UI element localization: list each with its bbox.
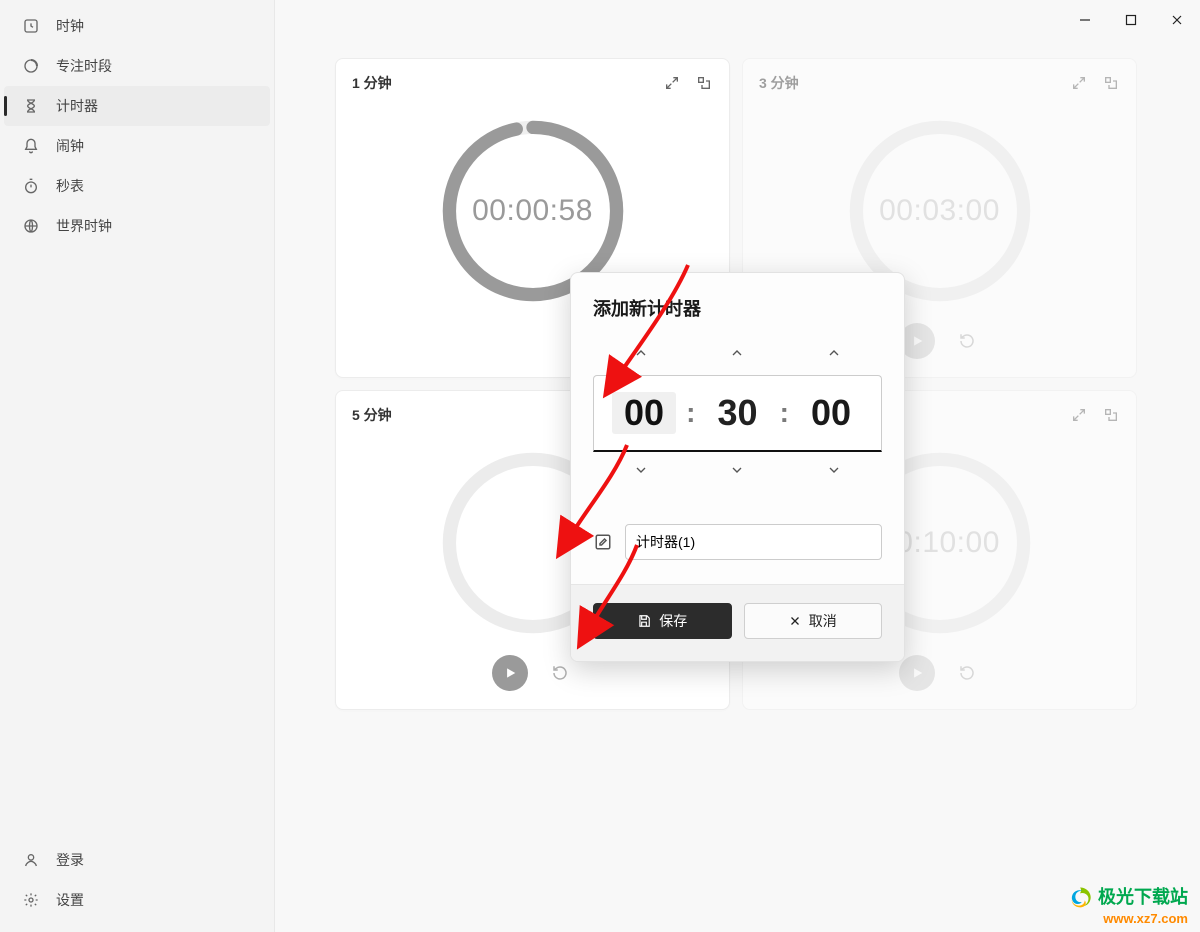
pin-icon[interactable] (1102, 406, 1120, 424)
expand-icon[interactable] (1070, 74, 1088, 92)
sidebar-item-settings[interactable]: 设置 (4, 880, 270, 920)
stopwatch-icon (22, 177, 40, 195)
sidebar-item-timer[interactable]: 计时器 (4, 86, 270, 126)
sidebar-item-focus[interactable]: 专注时段 (4, 46, 270, 86)
add-timer-dialog: 添加新计时器 00 : 30 : 00 (570, 272, 905, 662)
sidebar-item-label: 专注时段 (56, 56, 112, 76)
watermark: 极光下载站 www.xz7.com (1066, 884, 1188, 926)
hours-up-button[interactable] (601, 335, 681, 371)
sidebar-item-label: 设置 (56, 890, 84, 910)
save-button[interactable]: 保存 (593, 603, 732, 639)
clock-icon (22, 17, 40, 35)
sidebar-item-label: 世界时钟 (56, 216, 112, 236)
titlebar (275, 0, 1200, 40)
sidebar-item-stopwatch[interactable]: 秒表 (4, 166, 270, 206)
focus-session-icon (22, 57, 40, 75)
window-maximize-button[interactable] (1108, 0, 1154, 40)
minutes-value[interactable]: 30 (705, 392, 769, 434)
play-button[interactable] (492, 655, 528, 691)
hours-down-button[interactable] (601, 452, 681, 488)
sidebar-item-label: 计时器 (56, 96, 98, 116)
play-button[interactable] (899, 655, 935, 691)
minutes-down-button[interactable] (697, 452, 777, 488)
reset-button[interactable] (953, 659, 981, 687)
expand-icon[interactable] (1070, 406, 1088, 424)
user-icon (22, 851, 40, 869)
watermark-logo-icon (1066, 884, 1094, 912)
save-button-label: 保存 (659, 611, 687, 631)
timer-title: 3 分钟 (759, 73, 799, 93)
sidebar-bottom: 登录 设置 (0, 840, 274, 932)
time-input-row: 00 : 30 : 00 (593, 375, 882, 452)
main-area: 1 分钟 00:00:58 (275, 0, 1200, 932)
sidebar-item-label: 闹钟 (56, 136, 84, 156)
cancel-button-label: 取消 (809, 611, 837, 631)
globe-icon (22, 217, 40, 235)
edit-icon (593, 532, 613, 552)
sidebar-spacer (0, 246, 274, 840)
seconds-up-button[interactable] (794, 335, 874, 371)
hours-value[interactable]: 00 (612, 392, 676, 434)
pin-icon[interactable] (1102, 74, 1120, 92)
seconds-value[interactable]: 00 (799, 392, 863, 434)
seconds-down-button[interactable] (794, 452, 874, 488)
sidebar-item-label: 登录 (56, 850, 84, 870)
sidebar-item-login[interactable]: 登录 (4, 840, 270, 880)
pin-icon[interactable] (695, 74, 713, 92)
sidebar: 时钟 专注时段 计时器 闹钟 秒表 (0, 0, 275, 932)
time-separator: : (686, 397, 695, 429)
timer-name-input[interactable] (625, 524, 882, 560)
sidebar-item-alarm[interactable]: 闹钟 (4, 126, 270, 166)
cancel-button[interactable]: 取消 (744, 603, 883, 639)
watermark-url: www.xz7.com (1066, 912, 1188, 926)
bell-icon (22, 137, 40, 155)
sidebar-item-world-clock[interactable]: 世界时钟 (4, 206, 270, 246)
app-root: 时钟 专注时段 计时器 闹钟 秒表 (0, 0, 1200, 932)
timer-icon (22, 97, 40, 115)
reset-button[interactable] (953, 327, 981, 355)
time-separator: : (780, 397, 789, 429)
reset-button[interactable] (546, 659, 574, 687)
sidebar-item-label: 时钟 (56, 16, 84, 36)
sidebar-item-clock[interactable]: 时钟 (4, 6, 270, 46)
expand-icon[interactable] (663, 74, 681, 92)
sidebar-item-label: 秒表 (56, 176, 84, 196)
window-minimize-button[interactable] (1062, 0, 1108, 40)
gear-icon (22, 891, 40, 909)
timer-title: 1 分钟 (352, 73, 392, 93)
minutes-up-button[interactable] (697, 335, 777, 371)
window-close-button[interactable] (1154, 0, 1200, 40)
watermark-title: 极光下载站 (1098, 888, 1188, 908)
timer-title: 5 分钟 (352, 405, 392, 425)
dialog-title: 添加新计时器 (571, 273, 904, 335)
